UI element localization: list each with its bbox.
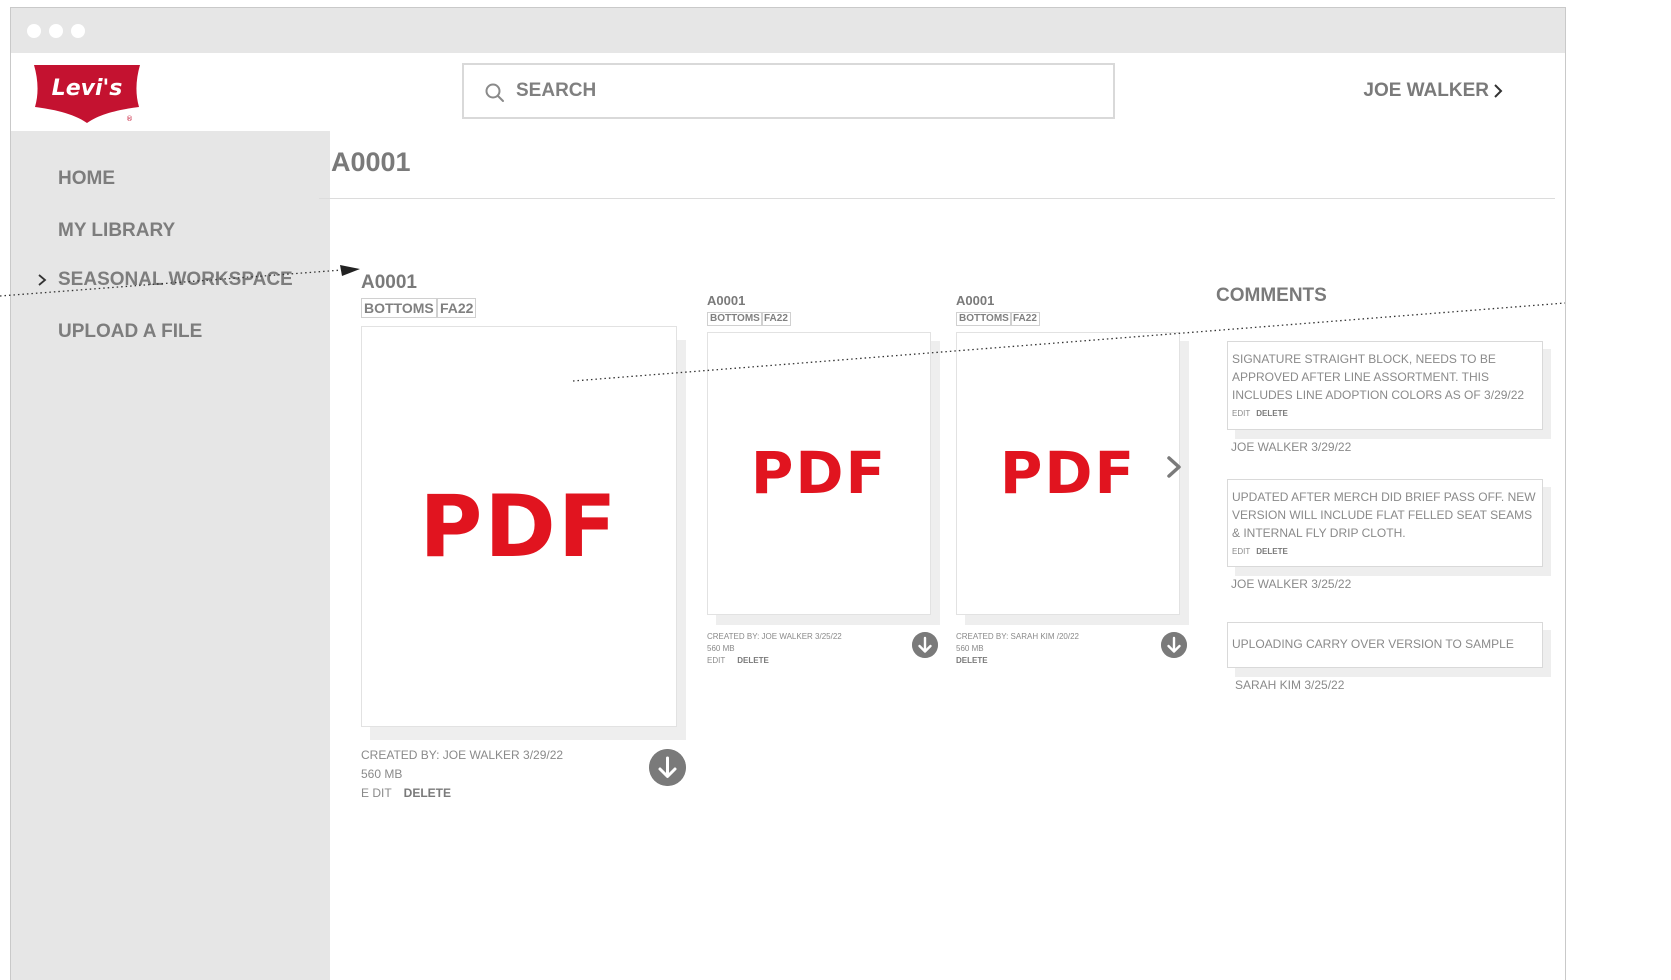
comment-box: SIGNATURE STRAIGHT BLOCK, NEEDS TO BE AP…: [1227, 341, 1543, 430]
sidebar-item-label: MY LIBRARY: [58, 220, 176, 241]
title-divider: [319, 198, 1555, 199]
edit-link[interactable]: EDIT: [1232, 547, 1250, 556]
edit-link[interactable]: EDIT: [707, 656, 725, 665]
app-header: Levi's ® JOE WALKER: [11, 53, 1565, 131]
delete-link[interactable]: DELETE: [404, 786, 451, 800]
levis-logo[interactable]: Levi's ®: [31, 65, 143, 123]
file-title: A0001: [956, 293, 995, 308]
download-icon[interactable]: [912, 632, 938, 658]
comment-author: SARAH KIM 3/25/22: [1235, 678, 1345, 692]
pdf-label: PDF: [419, 477, 619, 577]
search-box[interactable]: [462, 63, 1115, 119]
comment-author: JOE WALKER 3/25/22: [1231, 577, 1352, 591]
comment-box: UPDATED AFTER MERCH DID BRIEF PASS OFF. …: [1227, 479, 1543, 567]
file-title: A0001: [707, 293, 746, 308]
file-meta: CREATED BY: SARAH KIM /20/22 560 MB DELE…: [956, 631, 1079, 667]
tag-category[interactable]: BOTTOMS: [707, 312, 763, 326]
pdf-thumbnail[interactable]: PDF: [361, 326, 677, 727]
pdf-label: PDF: [750, 439, 888, 507]
sidebar-item-upload-a-file[interactable]: UPLOAD A FILE: [58, 321, 202, 343]
comment-text: SIGNATURE STRAIGHT BLOCK, NEEDS TO BE AP…: [1232, 352, 1525, 402]
window-maximize-dot[interactable]: [71, 24, 85, 38]
delete-link[interactable]: DELETE: [737, 656, 769, 665]
user-name: JOE WALKER: [1363, 80, 1489, 101]
sidebar-item-label: HOME: [58, 168, 115, 189]
delete-link[interactable]: DELETE: [956, 656, 988, 665]
pdf-thumbnail[interactable]: PDF: [956, 332, 1180, 615]
chevron-right-icon[interactable]: [1165, 452, 1183, 482]
file-size: 560 MB: [956, 644, 984, 653]
delete-link[interactable]: DELETE: [1256, 409, 1288, 418]
tag-category[interactable]: BOTTOMS: [361, 298, 437, 318]
comment-box: UPLOADING CARRY OVER VERSION TO SAMPLE: [1227, 622, 1543, 668]
edit-link[interactable]: E DIT: [361, 786, 392, 800]
comment-author: JOE WALKER 3/29/22: [1231, 440, 1352, 454]
comment-text: UPDATED AFTER MERCH DID BRIEF PASS OFF. …: [1232, 490, 1536, 540]
logo-text: Levi's: [52, 76, 123, 101]
tag-category[interactable]: BOTTOMS: [956, 312, 1012, 326]
file-created: CREATED BY: SARAH KIM /20/22: [956, 632, 1080, 641]
tag-season[interactable]: FA22: [761, 312, 791, 326]
window-close-dot[interactable]: [27, 24, 41, 38]
sidebar: HOME MY LIBRARY SEASONAL WORKSPACE UPLOA…: [11, 131, 330, 980]
file-created: CREATED BY: JOE WALKER 3/25/22: [707, 632, 842, 641]
tag-season[interactable]: FA22: [1010, 312, 1040, 326]
pdf-label: PDF: [999, 439, 1137, 507]
window-titlebar: [11, 8, 1565, 53]
file-title: A0001: [361, 272, 417, 293]
search-input[interactable]: [516, 65, 1076, 117]
delete-link[interactable]: DELETE: [1256, 547, 1288, 556]
sidebar-item-my-library[interactable]: MY LIBRARY: [58, 220, 175, 242]
edit-link[interactable]: EDIT: [1232, 409, 1250, 418]
pdf-thumbnail[interactable]: PDF: [707, 332, 931, 615]
page-title: A0001: [331, 147, 411, 177]
file-size: 560 MB: [361, 767, 403, 781]
file-size: 560 MB: [707, 644, 735, 653]
sidebar-item-seasonal-workspace[interactable]: SEASONAL WORKSPACE: [38, 269, 293, 291]
chevron-right-icon: [38, 274, 47, 286]
sidebar-item-label: UPLOAD A FILE: [58, 321, 203, 342]
user-menu[interactable]: JOE WALKER: [1363, 80, 1503, 102]
file-created: CREATED BY: JOE WALKER 3/29/22: [361, 748, 564, 762]
chevron-right-icon: [1494, 84, 1503, 98]
tag-season[interactable]: FA22: [437, 298, 477, 318]
window-minimize-dot[interactable]: [49, 24, 63, 38]
download-icon[interactable]: [1161, 632, 1187, 658]
sidebar-item-home[interactable]: HOME: [58, 168, 115, 190]
file-meta: CREATED BY: JOE WALKER 3/29/22 560 MB E …: [361, 746, 563, 803]
file-meta: CREATED BY: JOE WALKER 3/25/22 560 MB ED…: [707, 631, 842, 667]
download-icon[interactable]: [649, 749, 686, 786]
search-icon: [485, 83, 504, 102]
sidebar-item-label: SEASONAL WORKSPACE: [58, 269, 293, 290]
comment-text: UPLOADING CARRY OVER VERSION TO SAMPLE: [1232, 637, 1514, 651]
svg-text:®: ®: [126, 115, 133, 123]
comments-title: COMMENTS: [1216, 285, 1327, 306]
